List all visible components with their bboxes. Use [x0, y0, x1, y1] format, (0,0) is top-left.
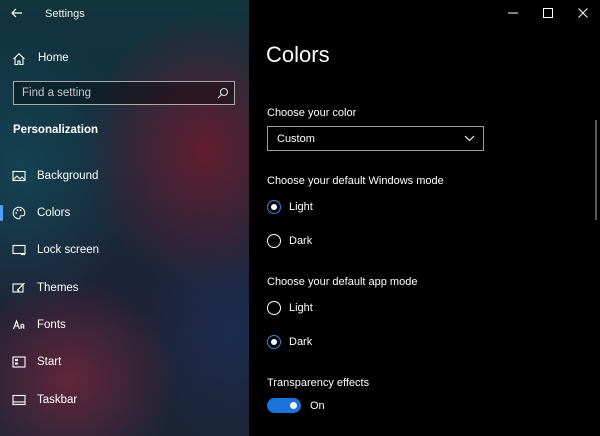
sidebar-item-start[interactable]: Start: [0, 348, 249, 376]
app-mode-dark-radio[interactable]: Dark: [267, 333, 467, 353]
radio-circle[interactable]: [267, 301, 281, 315]
sidebar-item-label: Colors: [37, 207, 71, 219]
app-mode-label: Choose your default app mode: [267, 276, 418, 288]
transparency-toggle[interactable]: [267, 398, 301, 413]
radio-label: Light: [289, 302, 313, 314]
dropdown-value: Custom: [277, 133, 315, 145]
radio-dot: [270, 338, 277, 345]
content-pane: Colors Choose your color Custom Choose y…: [249, 0, 600, 436]
section-title: Personalization: [13, 124, 98, 136]
color-mode-dropdown[interactable]: Custom: [267, 126, 484, 151]
radio-circle[interactable]: [267, 234, 281, 248]
sidebar-item-lock-screen[interactable]: Lock screen: [0, 236, 249, 264]
sidebar-item-label: Fonts: [37, 319, 66, 331]
sidebar-item-label: Background: [37, 170, 99, 182]
back-button[interactable]: [6, 4, 28, 22]
maximize-icon: [542, 8, 553, 18]
minimize-icon: [507, 12, 518, 14]
maximize-button[interactable]: [530, 0, 565, 26]
home-icon: [13, 53, 25, 66]
toggle-knob: [290, 402, 297, 409]
home-label: Home: [38, 52, 69, 64]
close-icon: [577, 8, 588, 18]
sidebar-item-themes[interactable]: Themes: [0, 274, 249, 302]
palette-icon: [12, 206, 26, 220]
choose-color-label: Choose your color: [267, 107, 357, 119]
window-controls: [495, 0, 600, 26]
start-icon: [12, 356, 26, 368]
chevron-down-icon: [464, 135, 475, 142]
sidebar-item-background[interactable]: Background: [0, 162, 249, 190]
app-mode-light-radio[interactable]: Light: [267, 299, 467, 319]
sidebar-item-label: Themes: [37, 282, 79, 294]
radio-circle[interactable]: [267, 200, 281, 214]
radio-label: Dark: [289, 336, 313, 348]
radio-circle[interactable]: [267, 335, 281, 349]
title-bar-left: Settings: [0, 0, 249, 30]
search-icon[interactable]: [217, 87, 229, 99]
search-box[interactable]: [13, 81, 235, 105]
minimize-button[interactable]: [495, 0, 530, 26]
radio-label: Light: [289, 201, 313, 213]
page-title: Colors: [266, 42, 330, 67]
search-input[interactable]: [22, 85, 212, 101]
picture-icon: [12, 170, 26, 182]
close-button[interactable]: [565, 0, 600, 26]
radio-dot: [270, 203, 277, 210]
sidebar-item-label: Lock screen: [37, 244, 100, 256]
transparency-label: Transparency effects: [267, 377, 370, 389]
lock-screen-icon: [12, 244, 26, 256]
back-arrow-icon: [11, 8, 22, 18]
navigation-sidebar: Settings Home Personalization Background: [0, 0, 249, 436]
sidebar-item-taskbar[interactable]: Taskbar: [0, 386, 249, 414]
app-title: Settings: [45, 8, 85, 20]
transparency-toggle-row: On: [267, 398, 387, 414]
selection-indicator: [0, 205, 3, 221]
toggle-state-label: On: [310, 400, 325, 412]
windows-mode-light-radio[interactable]: Light: [267, 198, 467, 218]
themes-icon: [12, 282, 25, 293]
taskbar-icon: [12, 394, 26, 406]
windows-mode-label: Choose your default Windows mode: [267, 175, 444, 187]
sidebar-item-label: Taskbar: [37, 394, 78, 406]
scrollbar[interactable]: [595, 120, 597, 220]
home-nav-item[interactable]: Home: [0, 47, 249, 71]
radio-label: Dark: [289, 235, 313, 247]
fonts-icon: [12, 319, 25, 330]
sidebar-item-fonts[interactable]: Fonts: [0, 311, 249, 339]
sidebar-item-label: Start: [37, 356, 62, 368]
windows-mode-dark-radio[interactable]: Dark: [267, 232, 467, 252]
sidebar-item-colors[interactable]: Colors: [0, 199, 249, 227]
